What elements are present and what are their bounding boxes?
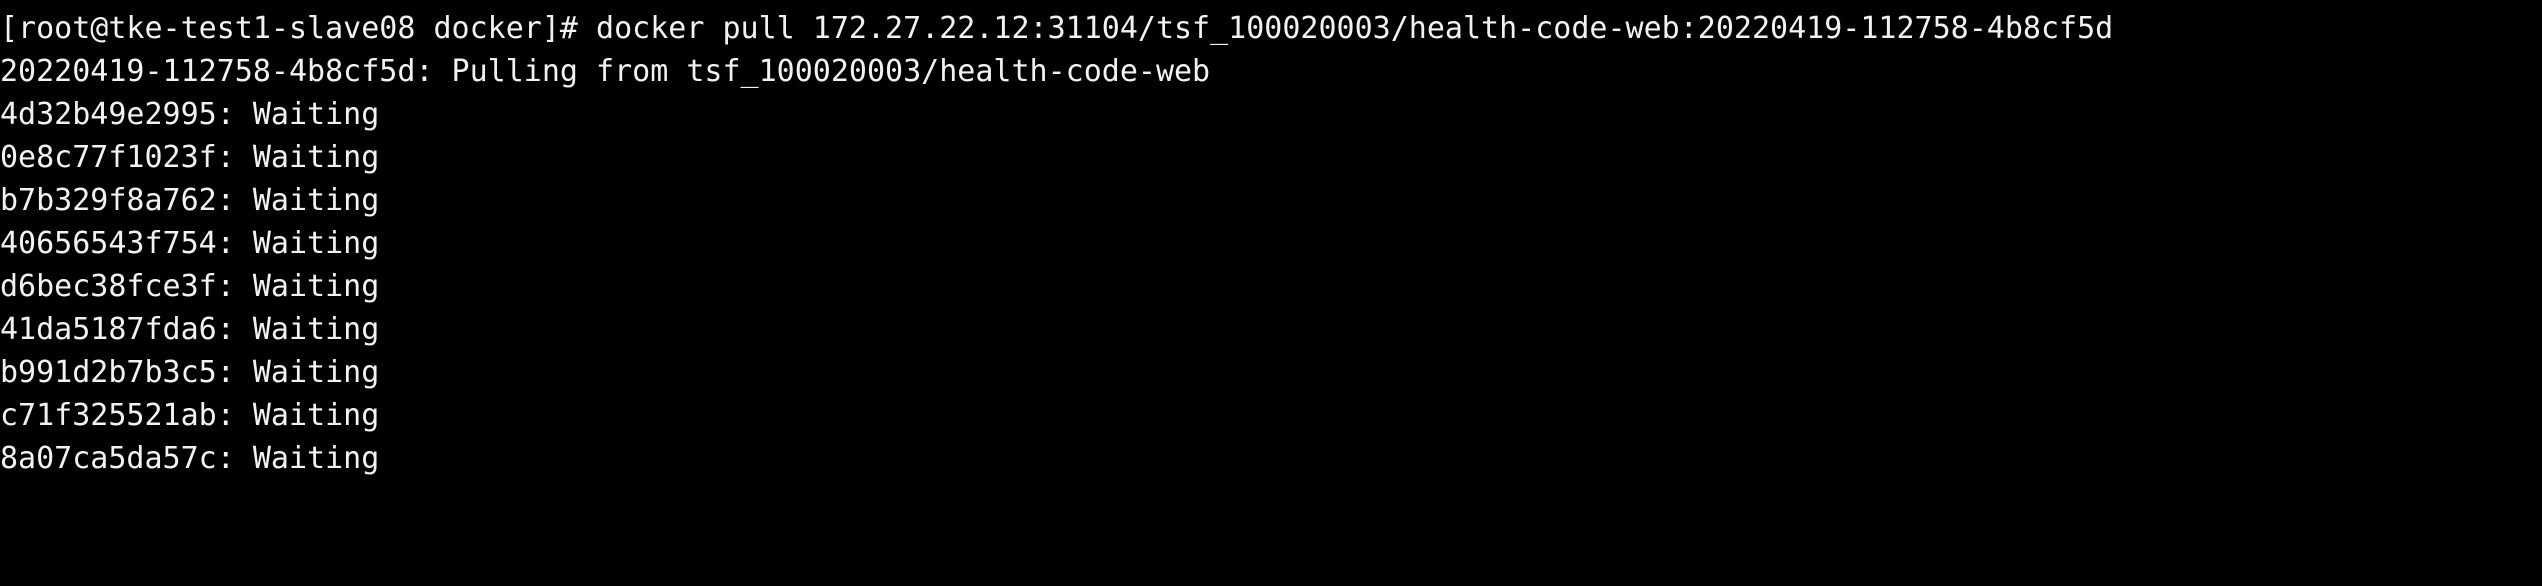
layer-id: d6bec38fce3f xyxy=(0,269,217,304)
layer-status: Waiting xyxy=(252,226,380,261)
command-text: docker pull 172.27.22.12:31104/tsf_10002… xyxy=(596,11,2114,46)
layer-status-line: b991d2b7b3c5: Waiting xyxy=(0,351,2542,394)
layer-status: Waiting xyxy=(252,398,380,433)
shell-prompt: [root@tke-test1-slave08 docker]# xyxy=(0,11,597,46)
layer-status: Waiting xyxy=(252,441,380,476)
layer-status-line: 0e8c77f1023f: Waiting xyxy=(0,136,2542,179)
layer-status: Waiting xyxy=(252,140,380,175)
layer-status-line: 4d32b49e2995: Waiting xyxy=(0,93,2542,136)
layer-id: 41da5187fda6 xyxy=(0,312,217,347)
layer-separator: : xyxy=(216,97,253,132)
layer-status-line: c71f325521ab: Waiting xyxy=(0,394,2542,437)
layer-id: c71f325521ab xyxy=(0,398,217,433)
pulling-status-line: 20220419-112758-4b8cf5d: Pulling from ts… xyxy=(0,54,1211,89)
layer-id: b7b329f8a762 xyxy=(0,183,217,218)
terminal-window[interactable]: [root@tke-test1-slave08 docker]# docker … xyxy=(0,0,2542,586)
layer-id: 0e8c77f1023f xyxy=(0,140,217,175)
layer-id: 8a07ca5da57c xyxy=(0,441,217,476)
layer-separator: : xyxy=(216,226,253,261)
layer-separator: : xyxy=(216,441,253,476)
layer-status-line: 41da5187fda6: Waiting xyxy=(0,308,2542,351)
layer-status-line: d6bec38fce3f: Waiting xyxy=(0,265,2542,308)
layer-separator: : xyxy=(216,355,253,390)
layer-id: 4d32b49e2995 xyxy=(0,97,217,132)
layer-status: Waiting xyxy=(252,355,380,390)
layer-status: Waiting xyxy=(252,97,380,132)
layer-status-line: b7b329f8a762: Waiting xyxy=(0,179,2542,222)
layer-id: 40656543f754 xyxy=(0,226,217,261)
layer-status: Waiting xyxy=(252,183,380,218)
layer-status: Waiting xyxy=(252,269,380,304)
layer-separator: : xyxy=(216,398,253,433)
layer-status-line: 40656543f754: Waiting xyxy=(0,222,2542,265)
layer-separator: : xyxy=(216,140,253,175)
layer-separator: : xyxy=(216,312,253,347)
layer-separator: : xyxy=(216,269,253,304)
command-line: [root@tke-test1-slave08 docker]# docker … xyxy=(0,7,2542,50)
layer-status: Waiting xyxy=(252,312,380,347)
layer-status-list: 4d32b49e2995: Waiting 0e8c77f1023f: Waiti… xyxy=(0,93,2542,480)
layer-status-line: 8a07ca5da57c: Waiting xyxy=(0,437,2542,480)
layer-id: b991d2b7b3c5 xyxy=(0,355,217,390)
layer-separator: : xyxy=(216,183,253,218)
